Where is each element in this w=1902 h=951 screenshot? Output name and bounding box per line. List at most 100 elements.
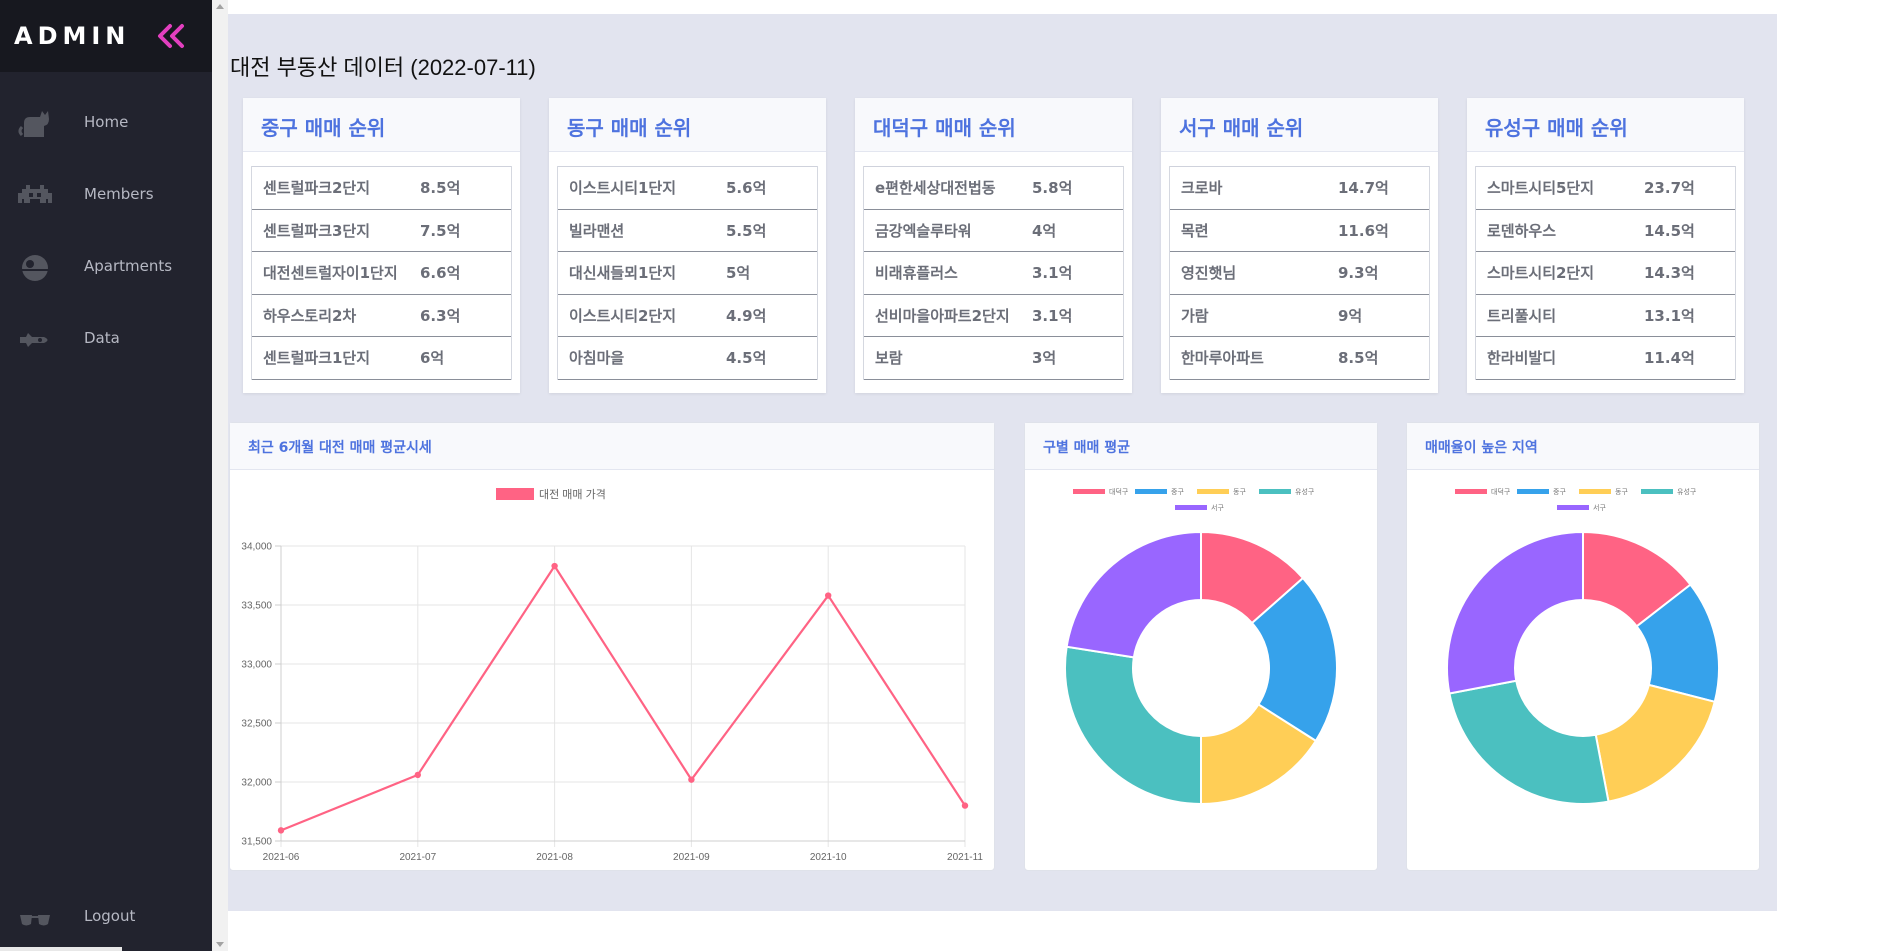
legend-swatch (1557, 505, 1589, 510)
panel-title: 구별 매매 평균 (1043, 440, 1131, 456)
apartment-price: 3억 (1032, 336, 1124, 380)
ranking-table: 크로바 14.7억 목련 11.6억 영진햇님 9.3억 가람 9억 한마루아파트 8.5… (1169, 166, 1430, 380)
table-row: 한마루아파트 8.5억 (1169, 336, 1430, 380)
table-row: 가람 9억 (1169, 294, 1430, 337)
apartment-price: 7.5억 (420, 209, 512, 252)
ranking-card-daedeokgu: 대덕구 매매 순위 e편한세상대전법동 5.8억 금강엑슬루타워 4억 비래휴플러스… (855, 98, 1132, 393)
table-row: 선비마을아파트2단지 3.1억 (863, 294, 1124, 337)
x-tick-label: 2021-11 (947, 852, 983, 863)
donut-slice (1594, 683, 1716, 803)
ranking-table: 이스트시티1단지 5.6억 빌라맨션 5.5억 대신새들뫼1단지 5억 이스트시티2단… (557, 166, 818, 380)
legend-swatch (1579, 489, 1611, 494)
sidebar: ADMIN Home Members Apartments Data Logou… (0, 0, 212, 951)
line-chart: 대전 매매 가격 34,000 33,500 33,000 32,500 32,000 31… (241, 488, 983, 863)
apartment-price: 5.6억 (726, 166, 818, 210)
x-tick-label: 2021-09 (673, 852, 710, 863)
card-header: 유성구 매매 순위 (1467, 98, 1744, 152)
x-tick-label: 2021-08 (536, 852, 573, 863)
sidebar-item-label: Home (84, 113, 129, 131)
legend-swatch (1197, 489, 1229, 494)
horizontal-scrollbar[interactable] (0, 947, 122, 951)
legend-label: 동구 (1233, 488, 1246, 496)
apartment-name: 센트럴파크2단지 (251, 166, 420, 210)
donut-chart: 대덕구 중구 동구 유성구서구 (1446, 487, 1720, 805)
table-row: 센트럴파크1단지 6억 (251, 336, 512, 380)
y-tick-label: 31,500 (241, 837, 272, 848)
ranking-table: 센트럴파크2단지 8.5억 센트럴파크3단지 7.5억 대전센트럴자이1단지 6.6억… (251, 166, 512, 380)
apartment-name: 보람 (863, 336, 1032, 380)
donut-slice (1446, 530, 1584, 695)
scroll-down-arrow-icon[interactable] (216, 942, 224, 947)
sidebar-item-data[interactable]: Data (0, 315, 212, 363)
table-row: 보람 3억 (863, 336, 1124, 380)
logout-button[interactable]: Logout (0, 893, 212, 941)
apartment-price: 9.3억 (1338, 251, 1430, 295)
brand-title: ADMIN (14, 22, 131, 50)
apartment-name: e편한세상대전법동 (863, 166, 1032, 210)
table-row: 빌라맨션 5.5억 (557, 209, 818, 252)
card-header: 동구 매매 순위 (549, 98, 826, 152)
y-tick-label: 32,500 (241, 719, 272, 730)
spaceship-icon (20, 333, 48, 347)
ranking-table: 스마트시티5단지 23.7억 로덴하우스 14.5억 스마트시티2단지 14.3억 트… (1475, 166, 1736, 380)
apartment-price: 14.5억 (1644, 209, 1736, 252)
apartment-name: 이스트시티1단지 (557, 166, 726, 210)
sidebar-item-label: Members (84, 185, 154, 203)
table-row: 이스트시티1단지 5.6억 (557, 166, 818, 210)
ranking-card-donggu: 동구 매매 순위 이스트시티1단지 5.6억 빌라맨션 5.5억 대신새들뫼1단지 5… (549, 98, 826, 393)
apartment-price: 4억 (1032, 209, 1124, 252)
apartment-name: 스마트시티2단지 (1475, 251, 1644, 295)
apartment-name: 금강엑슬루타워 (863, 209, 1032, 252)
death-star-icon (22, 255, 48, 281)
apartment-name: 한마루아파트 (1169, 336, 1338, 380)
logout-label: Logout (84, 907, 136, 925)
sidebar-item-apartments[interactable]: Apartments (0, 243, 212, 291)
apartment-price: 23.7억 (1644, 166, 1736, 210)
sidebar-item-label: Data (84, 329, 120, 347)
table-row: 금강엑슬루타워 4억 (863, 209, 1124, 252)
sidebar-item-members[interactable]: Members (0, 171, 212, 219)
apartment-price: 6억 (420, 336, 512, 380)
table-row: 대신새들뫼1단지 5억 (557, 251, 818, 295)
legend-swatch (1455, 489, 1487, 494)
panel-title: 최근 6개월 대전 매매 평균시세 (248, 440, 432, 456)
ranking-card-yuseonggu: 유성구 매매 순위 스마트시티5단지 23.7억 로덴하우스 14.5억 스마트시티… (1467, 98, 1744, 393)
legend-label: 중구 (1553, 488, 1566, 496)
apartment-price: 6.6억 (420, 251, 512, 295)
vertical-scrollbar[interactable] (212, 0, 228, 951)
space-invader-icon (18, 185, 52, 203)
table-row: 하우스토리2차 6.3억 (251, 294, 512, 337)
table-row: 한라비발디 11.4억 (1475, 336, 1736, 380)
card-title: 중구 매매 순위 (261, 116, 386, 140)
table-row: 트리풀시티 13.1억 (1475, 294, 1736, 337)
card-title: 서구 매매 순위 (1179, 116, 1304, 140)
legend-label: 서구 (1211, 503, 1224, 512)
series-line (280, 564, 966, 832)
apartment-price: 5억 (726, 251, 818, 295)
x-tick-label: 2021-07 (399, 852, 436, 863)
legend-label: 유성구 (1677, 487, 1697, 496)
apartment-price: 5.5억 (726, 209, 818, 252)
apartment-price: 5.8억 (1032, 166, 1124, 210)
donut-slice (1448, 679, 1610, 805)
panel-title: 매매율이 높은 지역 (1425, 440, 1538, 456)
apartment-price: 3.1억 (1032, 294, 1124, 337)
apartment-name: 한라비발디 (1475, 336, 1644, 380)
table-row: 센트럴파크2단지 8.5억 (251, 166, 512, 210)
card-title: 유성구 매매 순위 (1485, 116, 1628, 140)
brand-bar: ADMIN (0, 0, 212, 72)
table-row: 아침마을 4.5억 (557, 336, 818, 380)
collapse-sidebar-icon[interactable] (154, 22, 188, 50)
y-tick-label: 32,000 (241, 778, 272, 789)
sidebar-item-home[interactable]: Home (0, 99, 212, 147)
legend-label: 유성구 (1295, 487, 1315, 496)
apartment-price: 8.5억 (1338, 336, 1430, 380)
legend-swatch (1641, 489, 1673, 494)
card-header: 서구 매매 순위 (1161, 98, 1438, 152)
table-row: 센트럴파크3단지 7.5억 (251, 209, 512, 252)
card-header: 중구 매매 순위 (243, 98, 520, 152)
apartment-price: 11.6억 (1338, 209, 1430, 252)
scroll-up-arrow-icon[interactable] (216, 4, 224, 9)
apartment-name: 하우스토리2차 (251, 294, 420, 337)
donut-chart-panel-2: 매매율이 높은 지역 대덕구 중구 동구 유성구 서구 (1406, 422, 1760, 871)
